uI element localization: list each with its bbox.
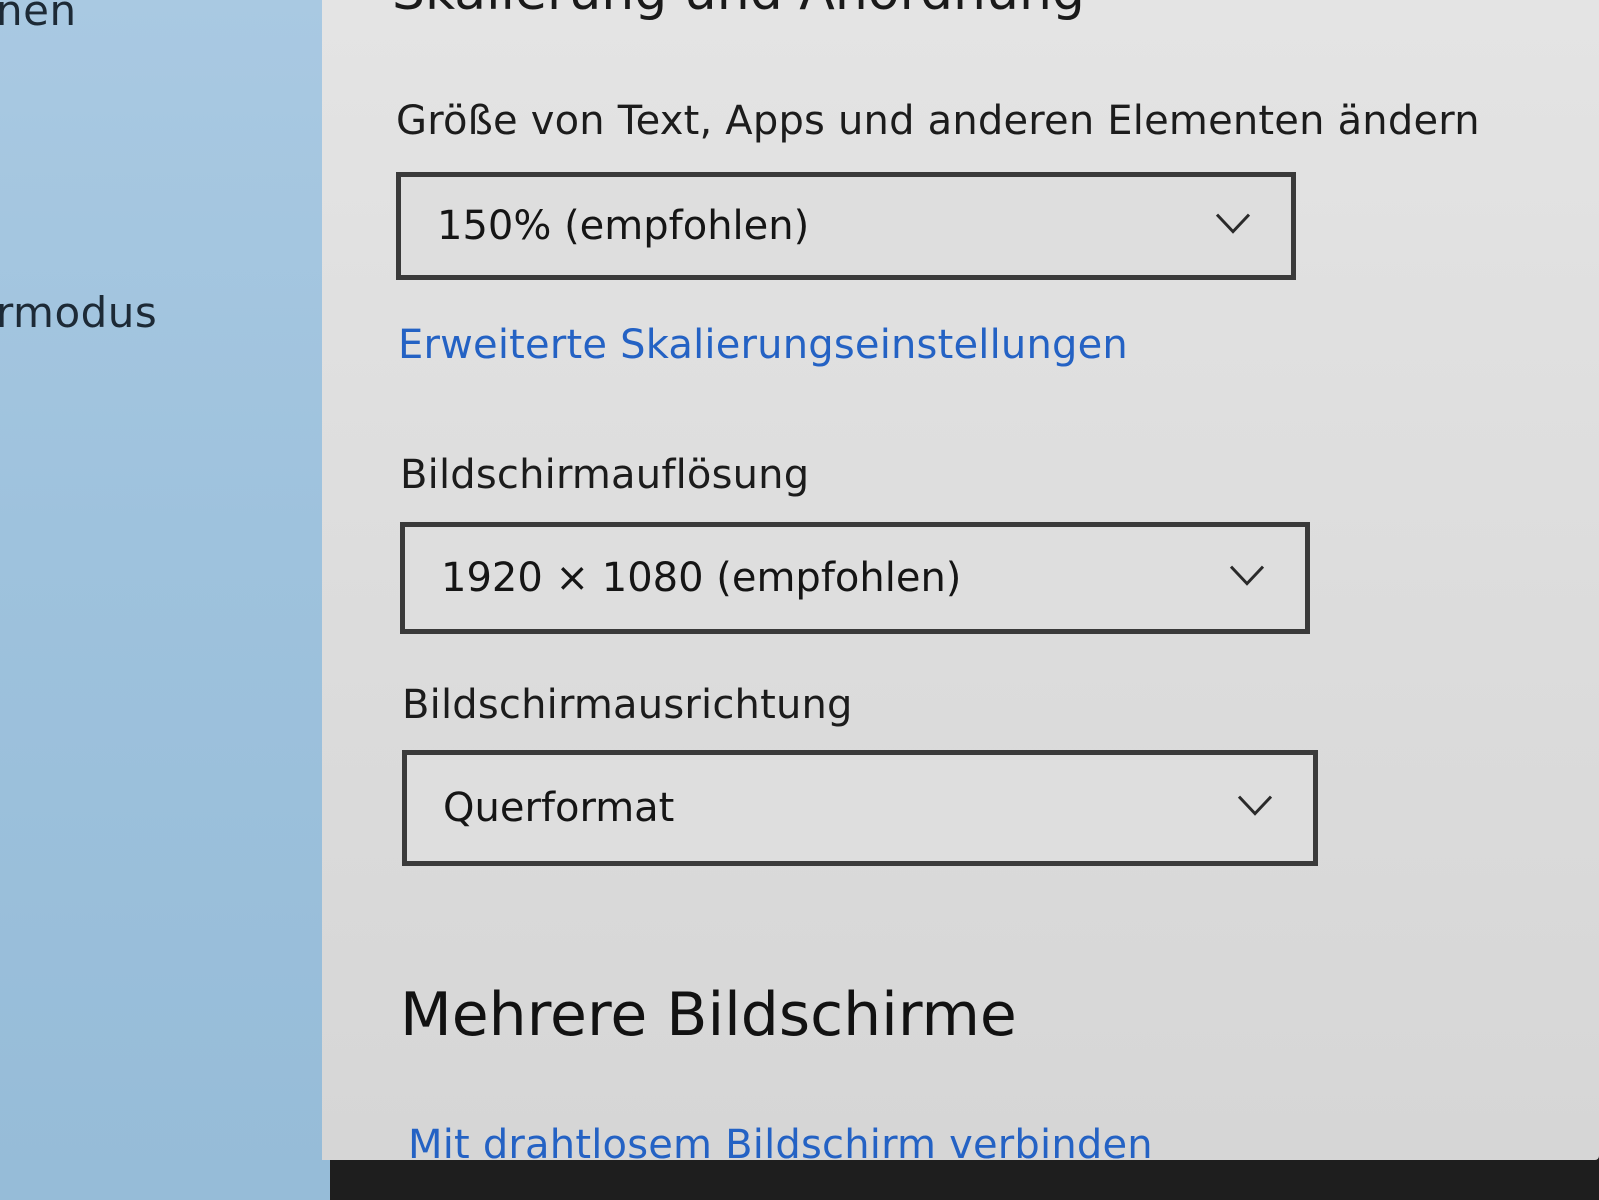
scale-dropdown-value: 150% (empfohlen) [437, 203, 810, 249]
chevron-down-icon [1237, 795, 1273, 816]
scale-dropdown[interactable]: 150% (empfohlen) [396, 172, 1296, 280]
settings-window: nen rmodus Skalierung und Anordnung Größ… [0, 0, 1599, 1200]
settings-content: Skalierung und Anordnung Größe von Text,… [322, 0, 1599, 1168]
resolution-label: Bildschirmauflösung [400, 452, 810, 498]
chevron-down-icon [1215, 213, 1251, 234]
orientation-dropdown[interactable]: Querformat [402, 750, 1318, 866]
orientation-dropdown-value: Querformat [443, 785, 675, 831]
section-title-scaling: Skalierung und Anordnung [392, 0, 1085, 22]
chevron-down-icon [1229, 565, 1265, 586]
resolution-dropdown[interactable]: 1920 × 1080 (empfohlen) [400, 522, 1310, 634]
resolution-dropdown-value: 1920 × 1080 (empfohlen) [441, 555, 962, 601]
sidebar-item-partial-modus[interactable]: rmodus [0, 288, 157, 337]
orientation-label: Bildschirmausrichtung [402, 682, 853, 728]
sidebar-item-partial-top[interactable]: nen [0, 0, 77, 35]
advanced-scaling-link[interactable]: Erweiterte Skalierungseinstellungen [398, 322, 1128, 368]
wireless-display-link[interactable]: Mit drahtlosem Bildschirm verbinden [408, 1122, 1153, 1168]
sidebar: nen rmodus [0, 0, 330, 1200]
section-title-multiple-displays: Mehrere Bildschirme [400, 980, 1017, 1050]
scale-label: Größe von Text, Apps und anderen Element… [396, 98, 1480, 144]
